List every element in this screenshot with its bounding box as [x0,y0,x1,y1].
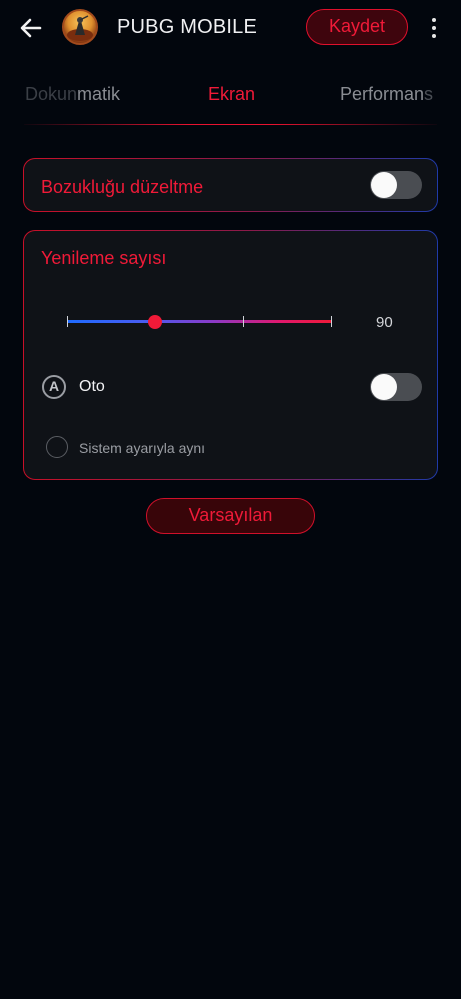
toggle-knob [371,172,397,198]
slider-tick [243,316,244,327]
tab-ekran[interactable]: Ekran [208,84,255,105]
default-button[interactable]: Varsayılan [146,498,315,534]
tab-dokunmatik[interactable]: Dokunmatik [25,84,120,105]
distortion-correction-toggle[interactable] [370,171,422,199]
auto-label: Oto [79,378,105,395]
save-button[interactable]: Kaydet [306,9,408,45]
slider-tick [331,316,332,327]
active-tab-indicator [24,124,437,125]
distortion-correction-card: Bozukluğu düzeltme [23,158,438,212]
distortion-correction-label: Bozukluğu düzeltme [41,177,204,197]
arrow-left-icon [20,18,42,38]
auto-a-icon: A [42,375,66,399]
refresh-rate-slider[interactable] [67,313,332,329]
slider-track [67,320,332,323]
back-button[interactable] [14,12,48,44]
more-vertical-icon [432,18,436,22]
pubg-mobile-app-icon [62,9,98,45]
refresh-rate-value: 90 [376,314,393,331]
system-setting-radio[interactable] [46,436,68,458]
tab-performans-text: Performan [340,84,425,104]
slider-thumb[interactable] [148,315,162,329]
tab-performans-faded-text: s [424,84,434,104]
refresh-rate-title: Yenileme sayısı [41,248,167,268]
tab-bar: Dokunmatik Ekran Performans [0,72,461,126]
tab-dokunmatik-faded-text: Dokun [25,84,78,104]
slider-tick [67,316,68,327]
header-bar: PUBG MOBILE Kaydet [0,0,461,56]
tab-dokunmatik-text: matik [77,84,121,104]
system-setting-label: Sistem ayarıyla aynı [79,440,206,456]
auto-toggle[interactable] [370,373,422,401]
settings-screen: PUBG MOBILE Kaydet Dokunmatik Ekran Perf… [0,0,461,999]
toggle-knob [371,374,397,400]
tab-performans[interactable]: Performans [340,84,433,105]
more-options-button[interactable] [424,12,444,44]
app-title: PUBG MOBILE [117,16,258,38]
